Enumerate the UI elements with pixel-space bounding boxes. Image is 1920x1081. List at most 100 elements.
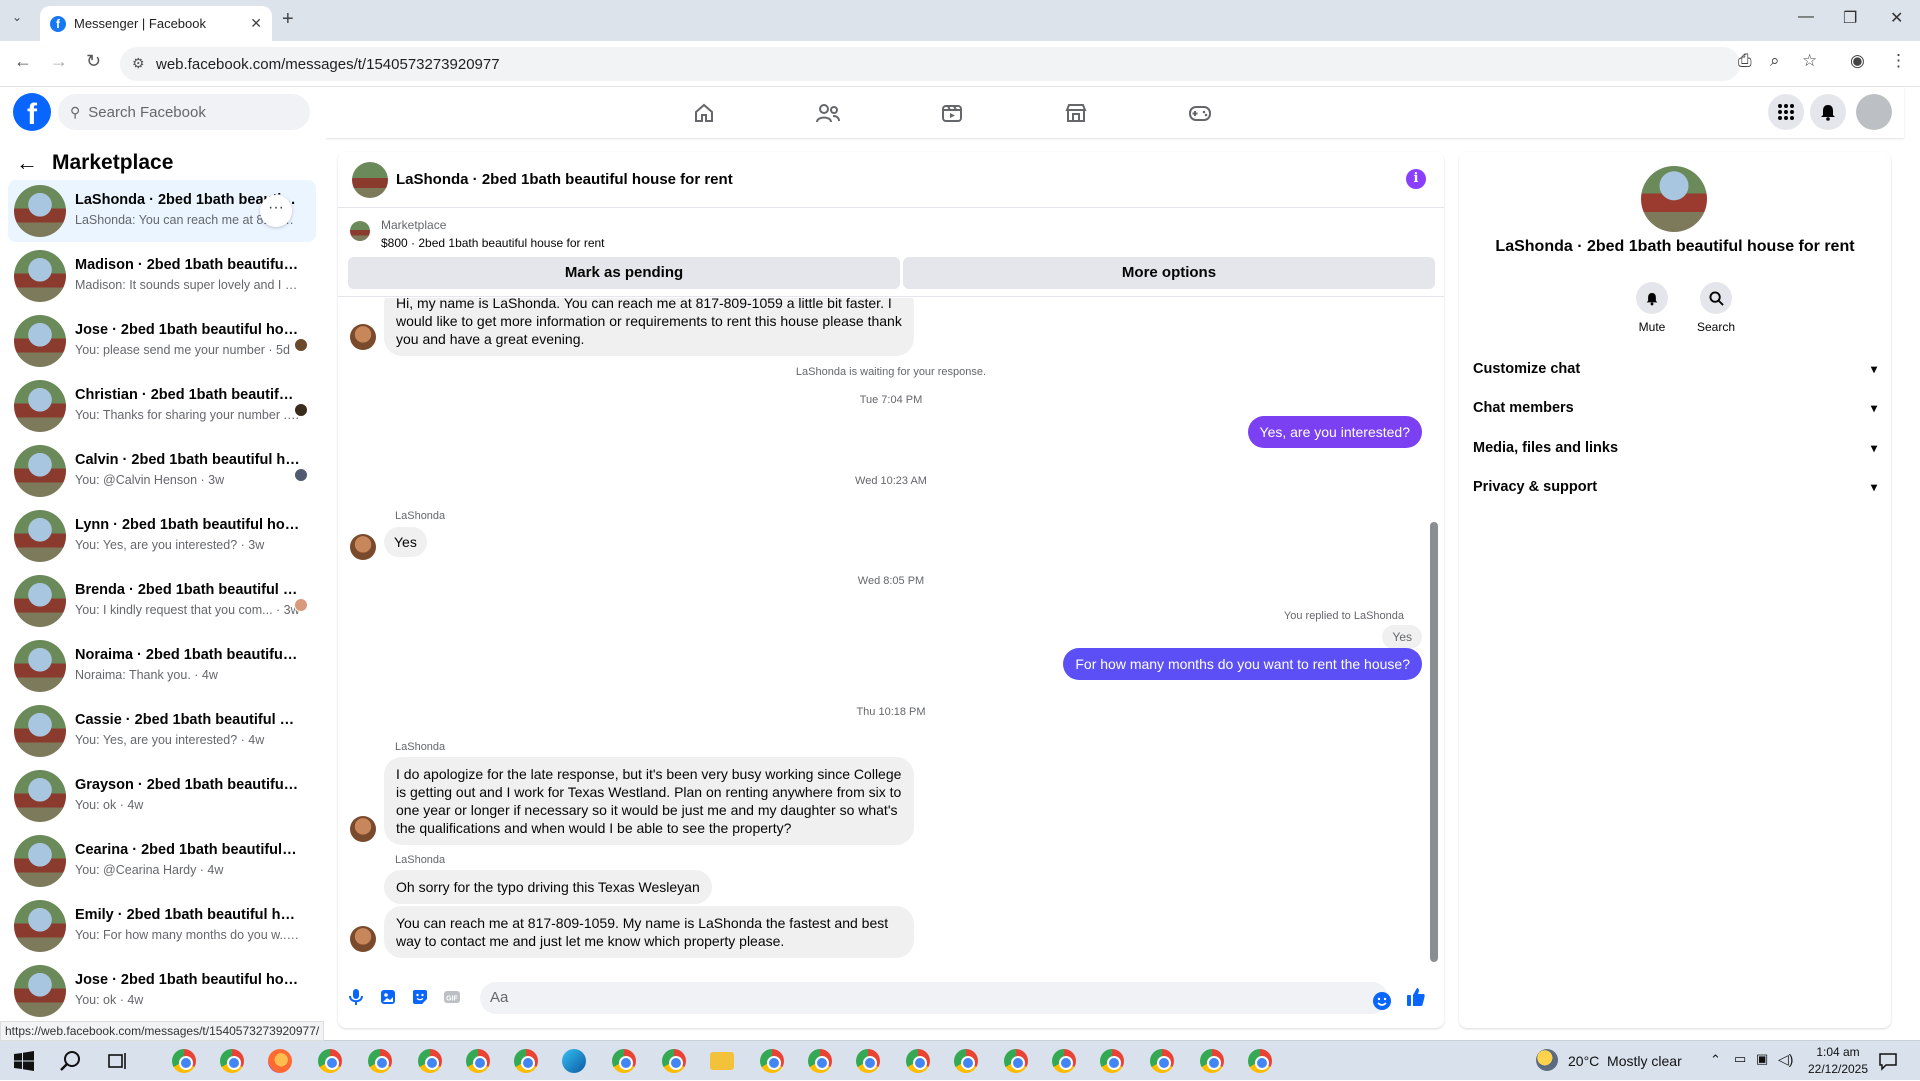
weather-icon[interactable] — [1536, 1049, 1558, 1071]
folder-taskbar-icon[interactable] — [710, 1052, 734, 1070]
tray-arrow-icon[interactable]: ⌃ — [1710, 1052, 1721, 1068]
account-avatar[interactable] — [1856, 94, 1892, 130]
facebook-search[interactable]: ⚲ Search Facebook — [58, 94, 310, 130]
chrome-taskbar-icon[interactable] — [318, 1049, 342, 1073]
chrome-taskbar-icon[interactable] — [514, 1049, 538, 1073]
chat-scrollbar[interactable] — [1430, 522, 1438, 962]
conversation-item[interactable]: Cearina · 2bed 1bath beautiful hou... You… — [8, 830, 316, 892]
clock-time[interactable]: 1:04 am — [1808, 1045, 1868, 1059]
firefox-taskbar-icon[interactable] — [268, 1049, 292, 1073]
mute-button[interactable]: Mute — [1622, 282, 1682, 334]
chrome-taskbar-icon[interactable] — [760, 1049, 784, 1073]
browser-tab[interactable]: f Messenger | Facebook ✕ — [40, 6, 272, 41]
customize-chat-section[interactable]: Customize chat ▾ — [1473, 354, 1877, 384]
media-files-links-section[interactable]: Media, files and links ▾ — [1473, 433, 1877, 463]
friends-icon[interactable] — [808, 95, 848, 131]
like-thumb-icon[interactable] — [1406, 987, 1426, 1007]
weather-text[interactable]: 20°C Mostly clear — [1568, 1053, 1682, 1069]
chrome-taskbar-icon[interactable] — [1100, 1049, 1124, 1073]
conversation-item[interactable]: Jose · 2bed 1bath beautiful house f... Yo… — [8, 960, 316, 1022]
back-arrow-icon[interactable]: ← — [16, 150, 38, 176]
forward-icon[interactable]: → — [50, 51, 68, 72]
emoji-icon[interactable] — [1372, 991, 1392, 1011]
photo-icon[interactable] — [378, 987, 398, 1007]
profile-avatar[interactable] — [1641, 166, 1707, 232]
privacy-support-section[interactable]: Privacy & support ▾ — [1473, 472, 1877, 502]
gif-icon[interactable]: GIF — [442, 987, 462, 1007]
menu-icon[interactable]: ⋮ — [1890, 51, 1907, 71]
chrome-taskbar-icon[interactable] — [1248, 1049, 1272, 1073]
reload-icon[interactable]: ↻ — [86, 51, 101, 72]
task-view-icon[interactable] — [108, 1051, 128, 1074]
edge-taskbar-icon[interactable] — [562, 1049, 586, 1073]
minimize-icon[interactable]: — — [1798, 8, 1814, 26]
chrome-taskbar-icon[interactable] — [856, 1049, 880, 1073]
listing-thumbnail[interactable] — [350, 221, 370, 241]
chrome-taskbar-icon[interactable] — [220, 1049, 244, 1073]
more-options-icon[interactable]: ··· — [260, 195, 292, 227]
new-tab-button[interactable]: + — [282, 8, 294, 31]
chrome-taskbar-icon[interactable] — [1200, 1049, 1224, 1073]
network-icon[interactable]: ▭ — [1734, 1051, 1746, 1067]
conversation-item[interactable]: Emily · 2bed 1bath beautiful house... You… — [8, 895, 316, 957]
notifications-center-icon[interactable] — [1878, 1051, 1898, 1074]
home-icon[interactable] — [684, 95, 724, 131]
search-button[interactable]: Search — [1686, 282, 1746, 334]
taskbar-search-icon[interactable] — [60, 1050, 82, 1075]
facebook-logo-icon[interactable]: f — [13, 93, 51, 131]
notifications-bell-icon[interactable] — [1810, 94, 1846, 130]
chrome-taskbar-icon[interactable] — [808, 1049, 832, 1073]
chrome-taskbar-icon[interactable] — [368, 1049, 392, 1073]
microphone-icon[interactable] — [346, 987, 366, 1007]
listing-price-title[interactable]: $800 · 2bed 1bath beautiful house for re… — [381, 236, 605, 250]
chrome-taskbar-icon[interactable] — [906, 1049, 930, 1073]
zoom-icon[interactable]: ⌕ — [1770, 51, 1780, 71]
restore-icon[interactable]: ❐ — [1843, 8, 1857, 28]
chrome-taskbar-icon[interactable] — [662, 1049, 686, 1073]
conversation-item[interactable]: Madison · 2bed 1bath beautiful ho... Madi… — [8, 245, 316, 307]
chat-members-section[interactable]: Chat members ▾ — [1473, 393, 1877, 423]
chrome-taskbar-icon[interactable] — [1150, 1049, 1174, 1073]
more-options-button[interactable]: More options — [903, 257, 1435, 289]
windows-start-icon[interactable] — [14, 1051, 34, 1074]
display-icon[interactable]: ▣ — [1756, 1051, 1768, 1067]
install-app-icon[interactable]: ⎙ — [1738, 51, 1752, 71]
conversation-item[interactable]: Lynn · 2bed 1bath beautiful house ... You… — [8, 505, 316, 567]
chrome-taskbar-icon[interactable] — [612, 1049, 636, 1073]
info-icon[interactable]: i — [1406, 169, 1426, 189]
chrome-taskbar-icon[interactable] — [466, 1049, 490, 1073]
chrome-taskbar-icon[interactable] — [954, 1049, 978, 1073]
site-info-icon[interactable]: ⚙ — [132, 55, 145, 72]
gaming-icon[interactable] — [1180, 95, 1220, 131]
video-icon[interactable] — [932, 95, 972, 131]
conversation-item[interactable]: Grayson · 2bed 1bath beautiful ho... You:… — [8, 765, 316, 827]
marketplace-icon[interactable] — [1056, 95, 1096, 131]
close-window-icon[interactable]: ✕ — [1890, 8, 1903, 28]
mark-as-pending-button[interactable]: Mark as pending — [348, 257, 900, 289]
conversation-item[interactable]: Noraima · 2bed 1bath beautiful ho... Nora… — [8, 635, 316, 697]
back-icon[interactable]: ← — [14, 51, 32, 72]
sticker-icon[interactable] — [410, 987, 430, 1007]
chat-avatar[interactable] — [352, 162, 388, 198]
tab-search-icon[interactable]: ⌄ — [12, 10, 22, 24]
chat-title[interactable]: LaShonda · 2bed 1bath beautiful house fo… — [396, 171, 733, 188]
chrome-taskbar-icon[interactable] — [172, 1049, 196, 1073]
close-tab-icon[interactable]: ✕ — [250, 15, 262, 32]
conversation-item[interactable]: Jose · 2bed 1bath beautiful hous... You: … — [8, 310, 316, 372]
volume-icon[interactable]: ◁) — [1778, 1051, 1793, 1068]
conversation-item[interactable]: Calvin · 2bed 1bath beautiful ho... You: … — [8, 440, 316, 502]
conversation-item[interactable]: LaShonda · 2bed 1bath beautiful house fo… — [8, 180, 316, 242]
chrome-taskbar-icon[interactable] — [1052, 1049, 1076, 1073]
profile-icon[interactable]: ◉ — [1850, 51, 1865, 71]
message-input[interactable]: Aa — [480, 982, 1388, 1014]
conversation-item[interactable]: Christian · 2bed 1bath beautiful ho... Yo… — [8, 375, 316, 437]
address-bar[interactable]: ⚙ web.facebook.com/messages/t/1540573273… — [120, 47, 1740, 81]
menu-grid-icon[interactable] — [1768, 94, 1804, 130]
clock-date[interactable]: 22/12/2025 — [1802, 1062, 1874, 1076]
conversation-item[interactable]: Brenda · 2bed 1bath beautiful h... You: I… — [8, 570, 316, 632]
bookmark-star-icon[interactable]: ☆ — [1802, 51, 1817, 71]
chrome-taskbar-icon[interactable] — [1004, 1049, 1028, 1073]
chrome-taskbar-icon[interactable] — [418, 1049, 442, 1073]
conversation-item[interactable]: Cassie · 2bed 1bath beautiful hous... You… — [8, 700, 316, 762]
conversation-avatar — [14, 250, 66, 302]
